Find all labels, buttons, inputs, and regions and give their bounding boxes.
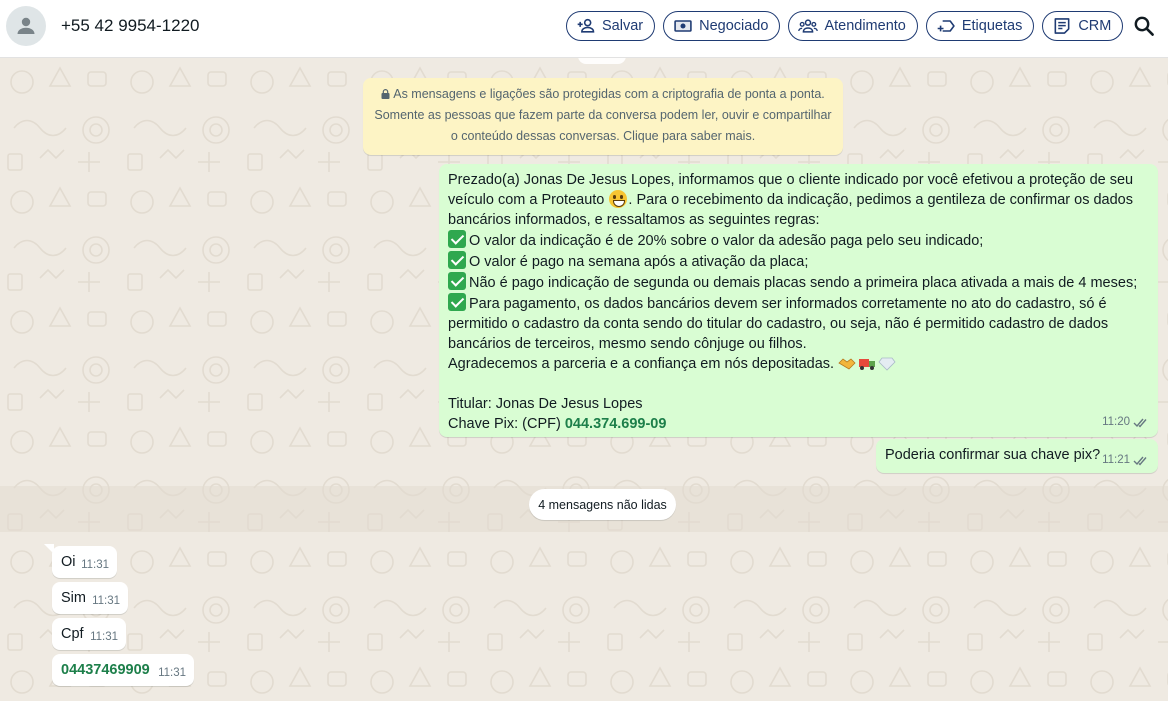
chat-area[interactable]: As mensagens e ligações são protegidas c… xyxy=(0,58,1168,701)
chat-header: +55 42 9954-1220 Salvar Negociado Atendi… xyxy=(0,0,1168,58)
search-icon[interactable] xyxy=(1132,14,1156,38)
person-icon xyxy=(17,17,35,34)
message-text: Oi xyxy=(61,554,76,570)
message-text: Cpf xyxy=(61,626,84,642)
contact-name[interactable]: +55 42 9954-1220 xyxy=(61,16,200,36)
money-icon xyxy=(674,20,692,32)
labels-button[interactable]: Etiquetas xyxy=(925,11,1035,41)
message-time: 11:31 xyxy=(81,559,109,571)
rule-text: O valor da indicação é de 20% sobre o va… xyxy=(469,233,984,249)
handshake-emoji-icon xyxy=(838,358,856,370)
note-icon xyxy=(1054,18,1070,34)
scroll-date-chip xyxy=(578,58,626,64)
check-mark-emoji-icon xyxy=(448,251,466,269)
message-time: 11:31 xyxy=(158,667,186,679)
encryption-notice-line2: Somente as pessoas que fazem parte da co… xyxy=(374,108,832,122)
grinning-face-emoji-icon xyxy=(609,190,628,208)
incoming-message[interactable]: Oi 11:31 xyxy=(52,546,117,578)
add-person-icon xyxy=(577,18,595,33)
check-mark-emoji-icon xyxy=(448,272,466,290)
crm-button[interactable]: CRM xyxy=(1042,11,1124,41)
service-button[interactable]: Atendimento xyxy=(788,11,918,41)
encryption-notice[interactable]: As mensagens e ligações são protegidas c… xyxy=(363,78,843,155)
incoming-message[interactable]: 04437469909 11:31 xyxy=(52,654,194,686)
message-meta: 11:20 xyxy=(1102,412,1149,432)
message-time: 11:21 xyxy=(1102,454,1130,466)
save-button[interactable]: Salvar xyxy=(566,11,656,41)
negotiated-button-label: Negociado xyxy=(699,18,769,34)
outgoing-message-referral[interactable]: Prezado(a) Jonas De Jesus Lopes, informa… xyxy=(439,164,1158,437)
phone-number-link[interactable]: 04437469909 xyxy=(61,662,150,678)
double-check-icon xyxy=(1133,418,1147,428)
lock-icon xyxy=(381,89,390,99)
message-time: 11:31 xyxy=(92,595,120,607)
check-mark-emoji-icon xyxy=(448,293,466,311)
message-text: Sim xyxy=(61,590,86,606)
service-button-label: Atendimento xyxy=(824,18,906,34)
pix-label: Chave Pix: (CPF) xyxy=(448,416,565,432)
truck-emoji-icon xyxy=(859,359,876,370)
encryption-notice-line3: o conteúdo dessas conversas. Clique para… xyxy=(450,129,756,143)
pix-key-link[interactable]: 044.374.699-09 xyxy=(565,416,667,432)
incoming-message[interactable]: Cpf 11:31 xyxy=(52,618,126,650)
negotiated-button[interactable]: Negociado xyxy=(663,11,781,41)
outgoing-message-confirm[interactable]: Poderia confirmar sua chave pix? 11:21 xyxy=(876,439,1158,473)
incoming-message[interactable]: Sim 11:31 xyxy=(52,582,128,614)
add-label-icon xyxy=(937,20,955,32)
rule-text: O valor é pago na semana após a ativação… xyxy=(469,254,809,270)
message-text: Poderia confirmar sua chave pix? xyxy=(885,447,1101,463)
message-meta: 11:21 xyxy=(1102,450,1149,470)
contact-avatar[interactable] xyxy=(6,6,46,46)
save-button-label: Salvar xyxy=(602,18,644,34)
message-time: 11:31 xyxy=(90,631,118,643)
encryption-notice-line1: As mensagens e ligações são protegidas c… xyxy=(393,87,825,101)
thanks-text: Agradecemos a parceria e a confiança em … xyxy=(448,356,835,372)
crm-button-label: CRM xyxy=(1078,18,1112,34)
check-mark-emoji-icon xyxy=(448,230,466,248)
labels-button-label: Etiquetas xyxy=(961,18,1023,34)
double-check-icon xyxy=(1133,456,1147,466)
group-icon xyxy=(798,19,819,33)
message-time: 11:20 xyxy=(1102,416,1130,428)
rule-text: Não é pago indicação de segunda ou demai… xyxy=(469,275,1138,291)
unread-messages-badge: 4 mensagens não lidas xyxy=(529,489,676,520)
rule-text: Para pagamento, os dados bancários devem… xyxy=(448,296,1109,352)
header-actions: Salvar Negociado Atendimento Etiquetas C… xyxy=(566,11,1124,41)
holder-text: Titular: Jonas De Jesus Lopes xyxy=(448,396,643,412)
diamond-emoji-icon xyxy=(878,357,896,371)
